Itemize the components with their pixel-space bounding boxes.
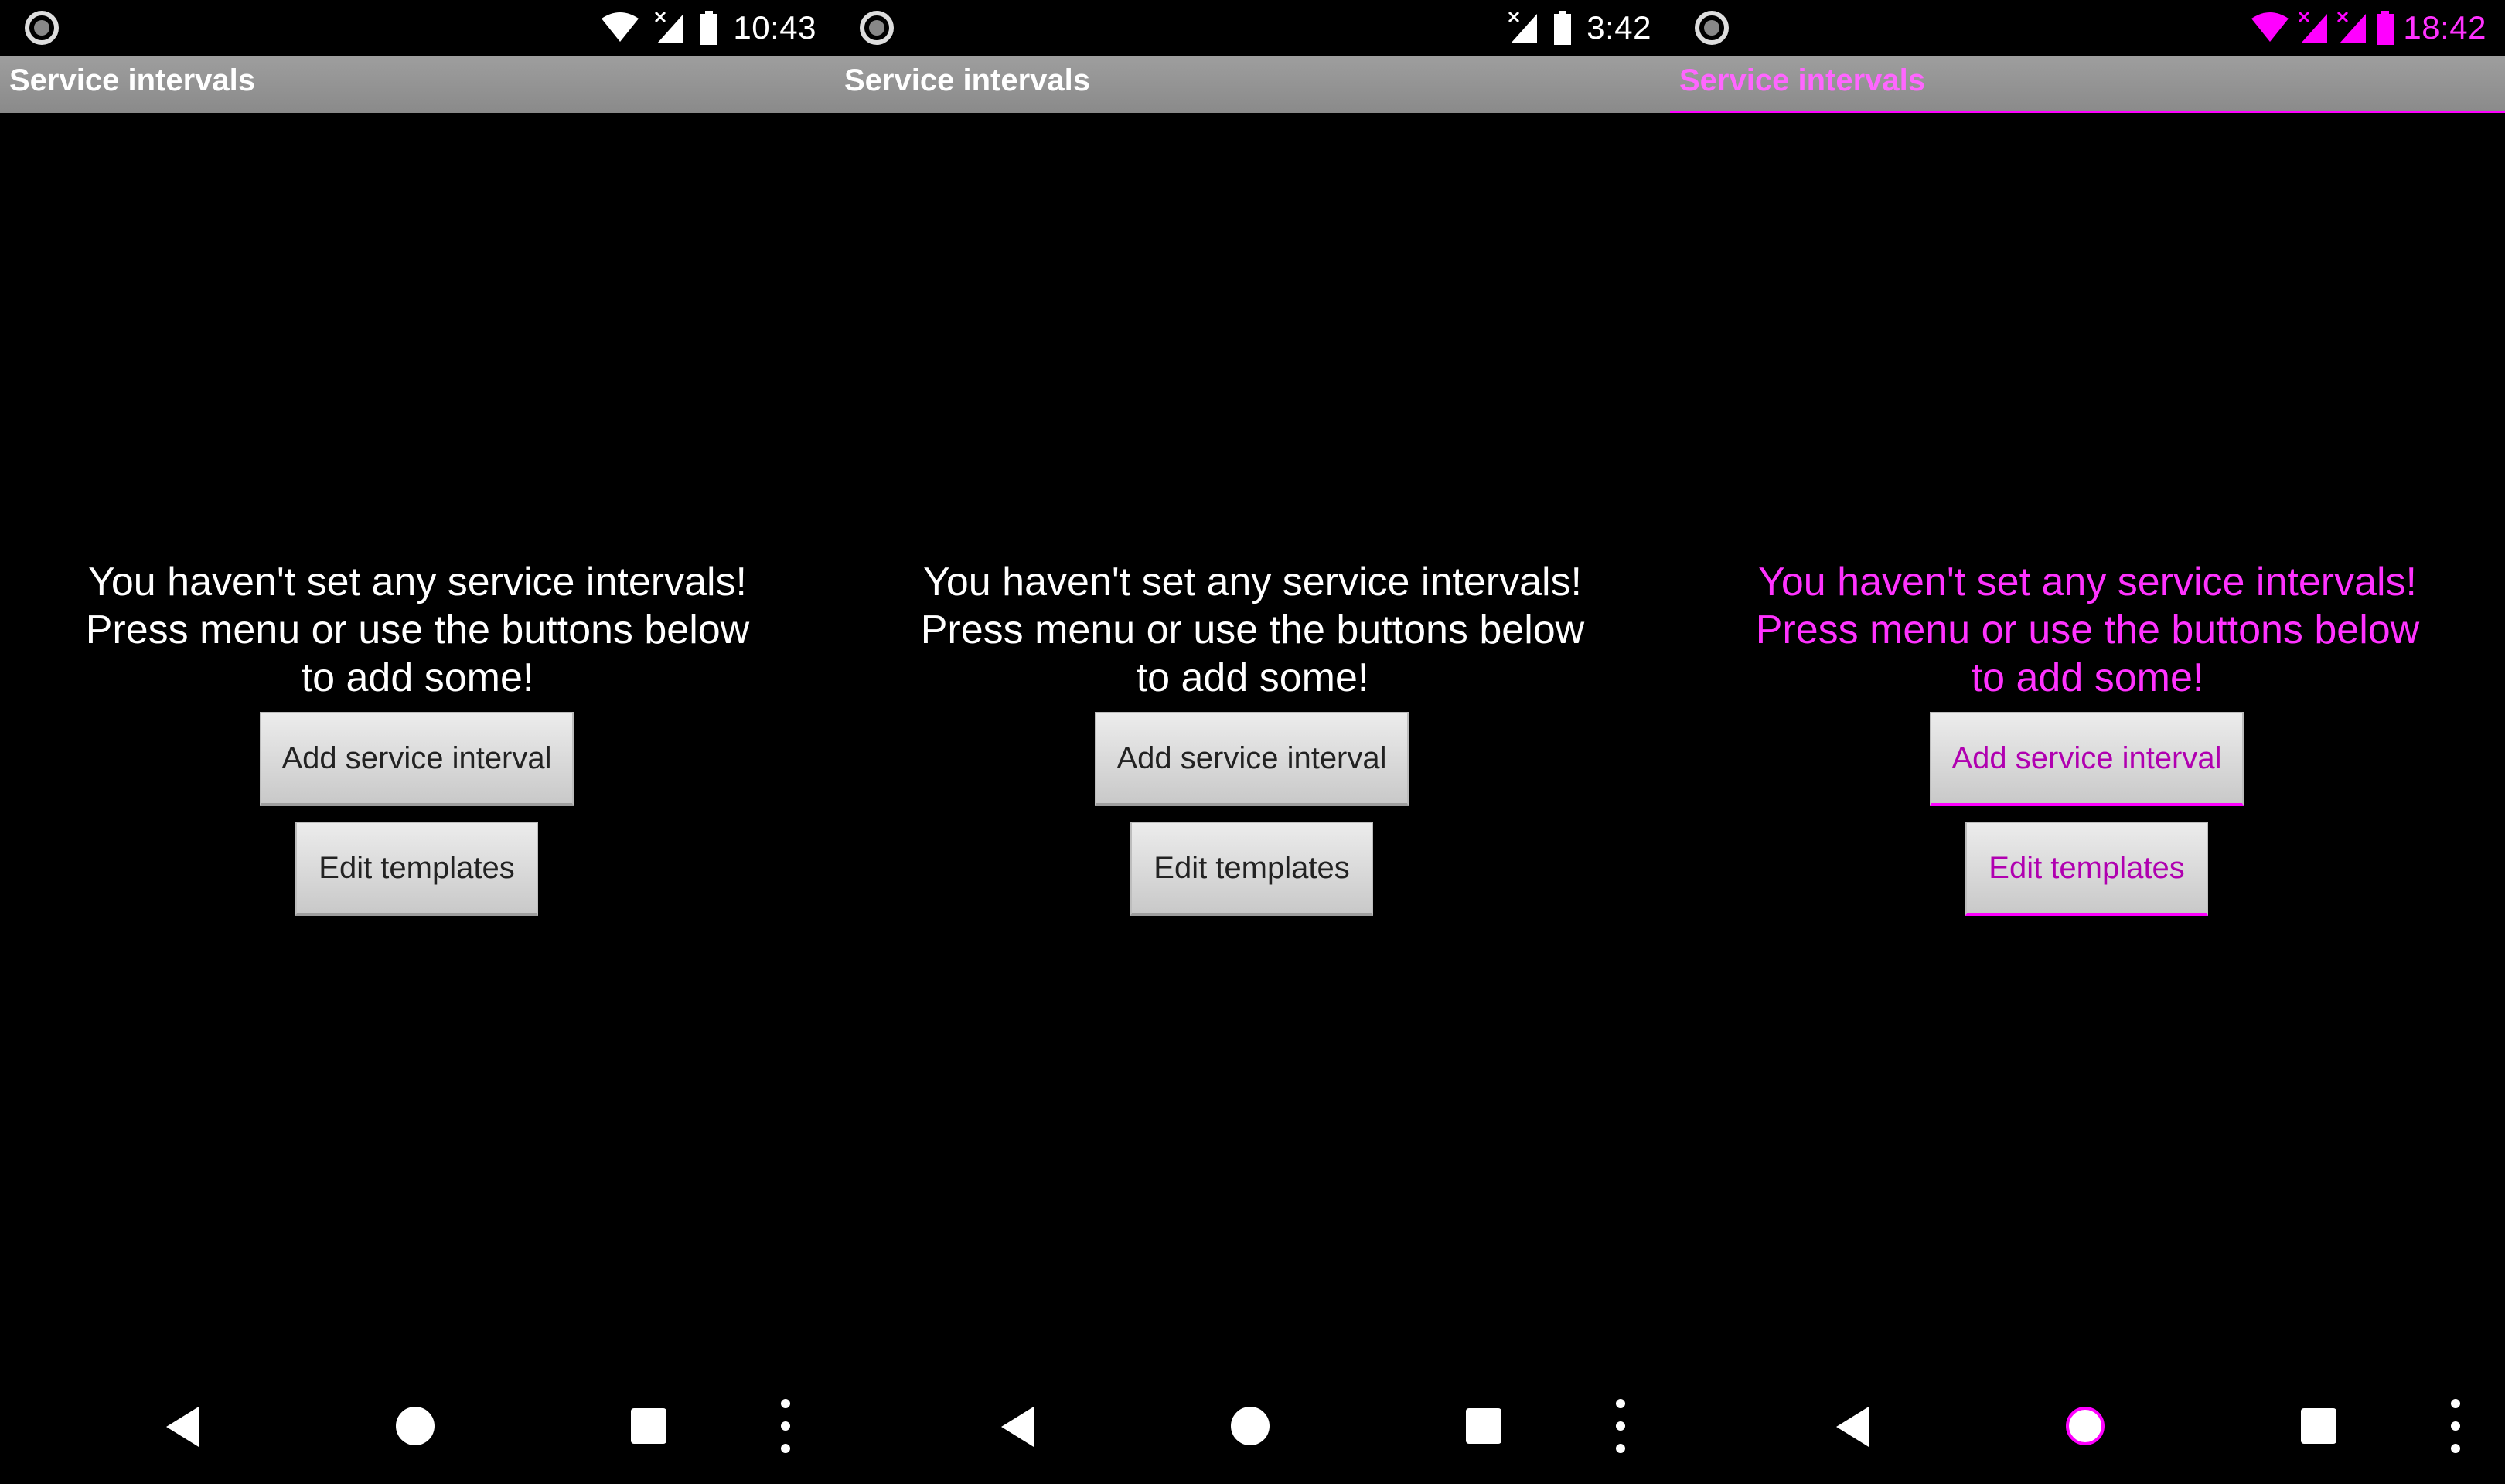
page-title: Service intervals xyxy=(9,63,255,97)
action-bar: Service intervals xyxy=(0,56,835,113)
status-time: 3:42 xyxy=(1586,9,1651,46)
page-title: Service intervals xyxy=(844,63,1090,97)
edit-templates-button[interactable]: Edit templates xyxy=(1130,822,1373,916)
screenshot-row: 10:43 Service intervals You haven't set … xyxy=(0,0,2505,1484)
menu-dots-icon[interactable] xyxy=(1616,1399,1625,1453)
message-line: to add some! xyxy=(301,655,534,700)
wifi-icon xyxy=(600,12,640,43)
navigation-bar xyxy=(0,1365,835,1484)
message-line: Press menu or use the buttons below xyxy=(85,608,750,652)
action-bar: Service intervals xyxy=(1670,56,2505,113)
home-icon[interactable] xyxy=(2066,1407,2105,1445)
message-line: You haven't set any service intervals! xyxy=(87,560,748,604)
phone-screen-3: 18:42 Service intervals You haven't set … xyxy=(1670,0,2505,1484)
back-icon[interactable] xyxy=(1001,1407,1034,1447)
notification-dot-icon xyxy=(860,11,894,45)
no-signal-icon xyxy=(654,11,685,45)
edit-templates-button[interactable]: Edit templates xyxy=(1965,822,2208,916)
content-area: You haven't set any service intervals! P… xyxy=(835,113,1670,1365)
content-area: You haven't set any service intervals! P… xyxy=(0,113,835,1365)
no-signal-icon xyxy=(2336,11,2367,45)
wifi-icon xyxy=(2250,12,2290,43)
message-line: Press menu or use the buttons below xyxy=(1755,608,2420,652)
navigation-bar xyxy=(1670,1365,2505,1484)
back-icon[interactable] xyxy=(1836,1407,1869,1447)
add-service-interval-button[interactable]: Add service interval xyxy=(1095,712,1409,806)
notification-dot-icon xyxy=(25,11,59,45)
message-line: Press menu or use the buttons below xyxy=(920,608,1585,652)
add-service-interval-button[interactable]: Add service interval xyxy=(1930,712,2244,806)
status-time: 10:43 xyxy=(733,9,816,46)
empty-state-message: You haven't set any service intervals! P… xyxy=(31,558,804,702)
menu-dots-icon[interactable] xyxy=(2451,1399,2460,1453)
notification-dot-icon xyxy=(1695,11,1729,45)
battery-icon xyxy=(699,11,719,45)
status-time: 18:42 xyxy=(2403,9,2486,46)
battery-icon xyxy=(2375,11,2395,45)
page-title: Service intervals xyxy=(1679,63,1925,97)
battery-icon xyxy=(1552,11,1573,45)
empty-state-message: You haven't set any service intervals! P… xyxy=(1701,558,2474,702)
action-bar: Service intervals xyxy=(835,56,1670,113)
home-icon[interactable] xyxy=(396,1407,435,1445)
recents-icon[interactable] xyxy=(2301,1408,2336,1444)
back-icon[interactable] xyxy=(166,1407,199,1447)
status-bar: 3:42 xyxy=(835,0,1670,56)
no-signal-icon xyxy=(1508,11,1539,45)
navigation-bar xyxy=(835,1365,1670,1484)
message-line: You haven't set any service intervals! xyxy=(1757,560,2418,604)
status-bar: 10:43 xyxy=(0,0,835,56)
phone-screen-2: 3:42 Service intervals You haven't set a… xyxy=(835,0,1670,1484)
home-icon[interactable] xyxy=(1231,1407,1270,1445)
message-line: You haven't set any service intervals! xyxy=(922,560,1583,604)
message-line: to add some! xyxy=(1971,655,2204,700)
content-area: You haven't set any service intervals! P… xyxy=(1670,113,2505,1365)
menu-dots-icon[interactable] xyxy=(781,1399,790,1453)
message-line: to add some! xyxy=(1136,655,1369,700)
empty-state-message: You haven't set any service intervals! P… xyxy=(866,558,1639,702)
recents-icon[interactable] xyxy=(631,1408,666,1444)
add-service-interval-button[interactable]: Add service interval xyxy=(260,712,574,806)
no-signal-icon xyxy=(2298,11,2329,45)
phone-screen-1: 10:43 Service intervals You haven't set … xyxy=(0,0,835,1484)
recents-icon[interactable] xyxy=(1466,1408,1501,1444)
status-bar: 18:42 xyxy=(1670,0,2505,56)
edit-templates-button[interactable]: Edit templates xyxy=(295,822,538,916)
